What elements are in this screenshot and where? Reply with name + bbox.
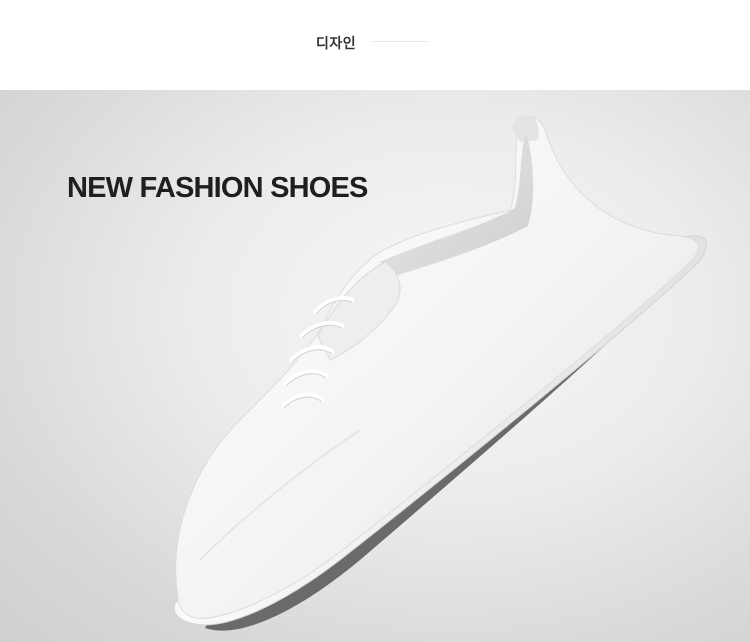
product-detail-page: 디자인 NEW FASHION SHOES bbox=[0, 0, 750, 642]
hero-banner: NEW FASHION SHOES bbox=[0, 90, 750, 642]
section-header: 디자인 bbox=[0, 0, 750, 90]
section-title: 디자인 bbox=[316, 36, 357, 52]
headline: NEW FASHION SHOES bbox=[67, 172, 368, 204]
title-decoration bbox=[372, 41, 428, 42]
